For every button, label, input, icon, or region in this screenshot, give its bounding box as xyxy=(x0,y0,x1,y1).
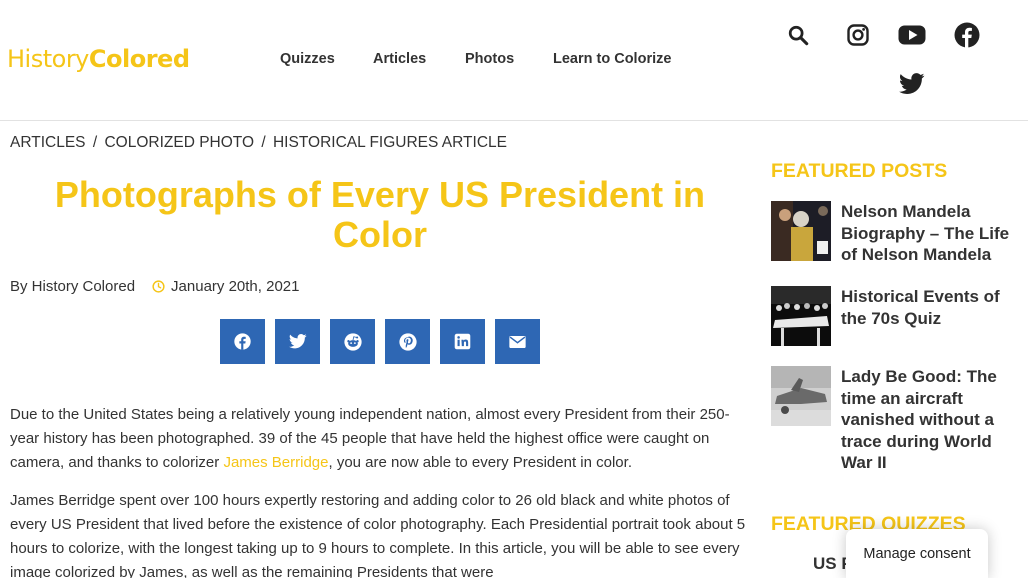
nav-articles[interactable]: Articles xyxy=(373,51,426,67)
twitter-icon xyxy=(288,334,307,349)
breadcrumb-colorized-photo[interactable]: COLORIZED PHOTO xyxy=(104,134,254,151)
nav-photos[interactable]: Photos xyxy=(465,51,514,67)
james-berridge-link[interactable]: James Berridge xyxy=(223,454,328,471)
site-logo[interactable]: HistoryColored xyxy=(7,45,190,73)
email-icon xyxy=(509,335,526,348)
article-paragraph-2: James Berridge spent over 100 hours expe… xyxy=(10,492,746,578)
article-meta: By History Colored January 20th, 2021 xyxy=(10,278,299,295)
featured-posts-heading: FEATURED POSTS xyxy=(771,160,948,182)
breadcrumb-historical-figures[interactable]: HISTORICAL FIGURES ARTICLE xyxy=(273,134,507,151)
post-thumbnail-mandela[interactable] xyxy=(771,201,831,261)
reddit-icon xyxy=(343,332,362,351)
search-icon[interactable] xyxy=(783,20,813,50)
linkedin-icon xyxy=(454,333,471,350)
manage-consent-button[interactable]: Manage consent xyxy=(846,529,988,578)
article-date: January 20th, 2021 xyxy=(171,278,300,295)
nav-quizzes[interactable]: Quizzes xyxy=(280,51,335,67)
article-author[interactable]: By History Colored xyxy=(10,278,135,295)
featured-post-title[interactable]: Nelson Mandela Biography – The Life of N… xyxy=(841,201,1021,266)
post-thumbnail-lady-be-good[interactable] xyxy=(771,366,831,426)
facebook-icon[interactable] xyxy=(952,20,982,50)
article-date-wrap: January 20th, 2021 xyxy=(152,278,299,295)
clock-icon xyxy=(152,280,165,293)
logo-text-history: History xyxy=(7,45,89,73)
article-paragraph-1: Due to the United States being a relativ… xyxy=(10,403,750,475)
breadcrumb: ARTICLES / COLORIZED PHOTO / HISTORICAL … xyxy=(10,134,507,152)
post-thumbnail-70s[interactable] xyxy=(771,286,831,346)
featured-post-title[interactable]: Lady Be Good: The time an aircraft vanis… xyxy=(841,366,1021,474)
site-header: HistoryColored Quizzes Articles Photos L… xyxy=(0,0,1028,121)
twitter-icon[interactable] xyxy=(897,69,927,99)
share-twitter-button[interactable] xyxy=(275,319,320,364)
paragraph-text: , you are now able to every President in… xyxy=(328,454,632,471)
instagram-icon[interactable] xyxy=(843,20,873,50)
share-facebook-button[interactable] xyxy=(220,319,265,364)
facebook-icon xyxy=(234,333,251,350)
logo-text-colored: Colored xyxy=(88,45,190,73)
breadcrumb-separator: / xyxy=(92,134,98,151)
share-bar xyxy=(220,319,540,364)
share-linkedin-button[interactable] xyxy=(440,319,485,364)
featured-post-title[interactable]: Historical Events of the 70s Quiz xyxy=(841,286,1021,329)
breadcrumb-separator: / xyxy=(261,134,266,151)
pinterest-icon xyxy=(398,332,417,351)
share-email-button[interactable] xyxy=(495,319,540,364)
share-pinterest-button[interactable] xyxy=(385,319,430,364)
share-reddit-button[interactable] xyxy=(330,319,375,364)
manage-consent-label: Manage consent xyxy=(863,546,971,562)
nav-learn-to-colorize[interactable]: Learn to Colorize xyxy=(553,51,671,67)
youtube-icon[interactable] xyxy=(897,20,927,50)
article-title: Photographs of Every US President in Col… xyxy=(54,174,706,255)
breadcrumb-articles[interactable]: ARTICLES xyxy=(10,134,86,151)
